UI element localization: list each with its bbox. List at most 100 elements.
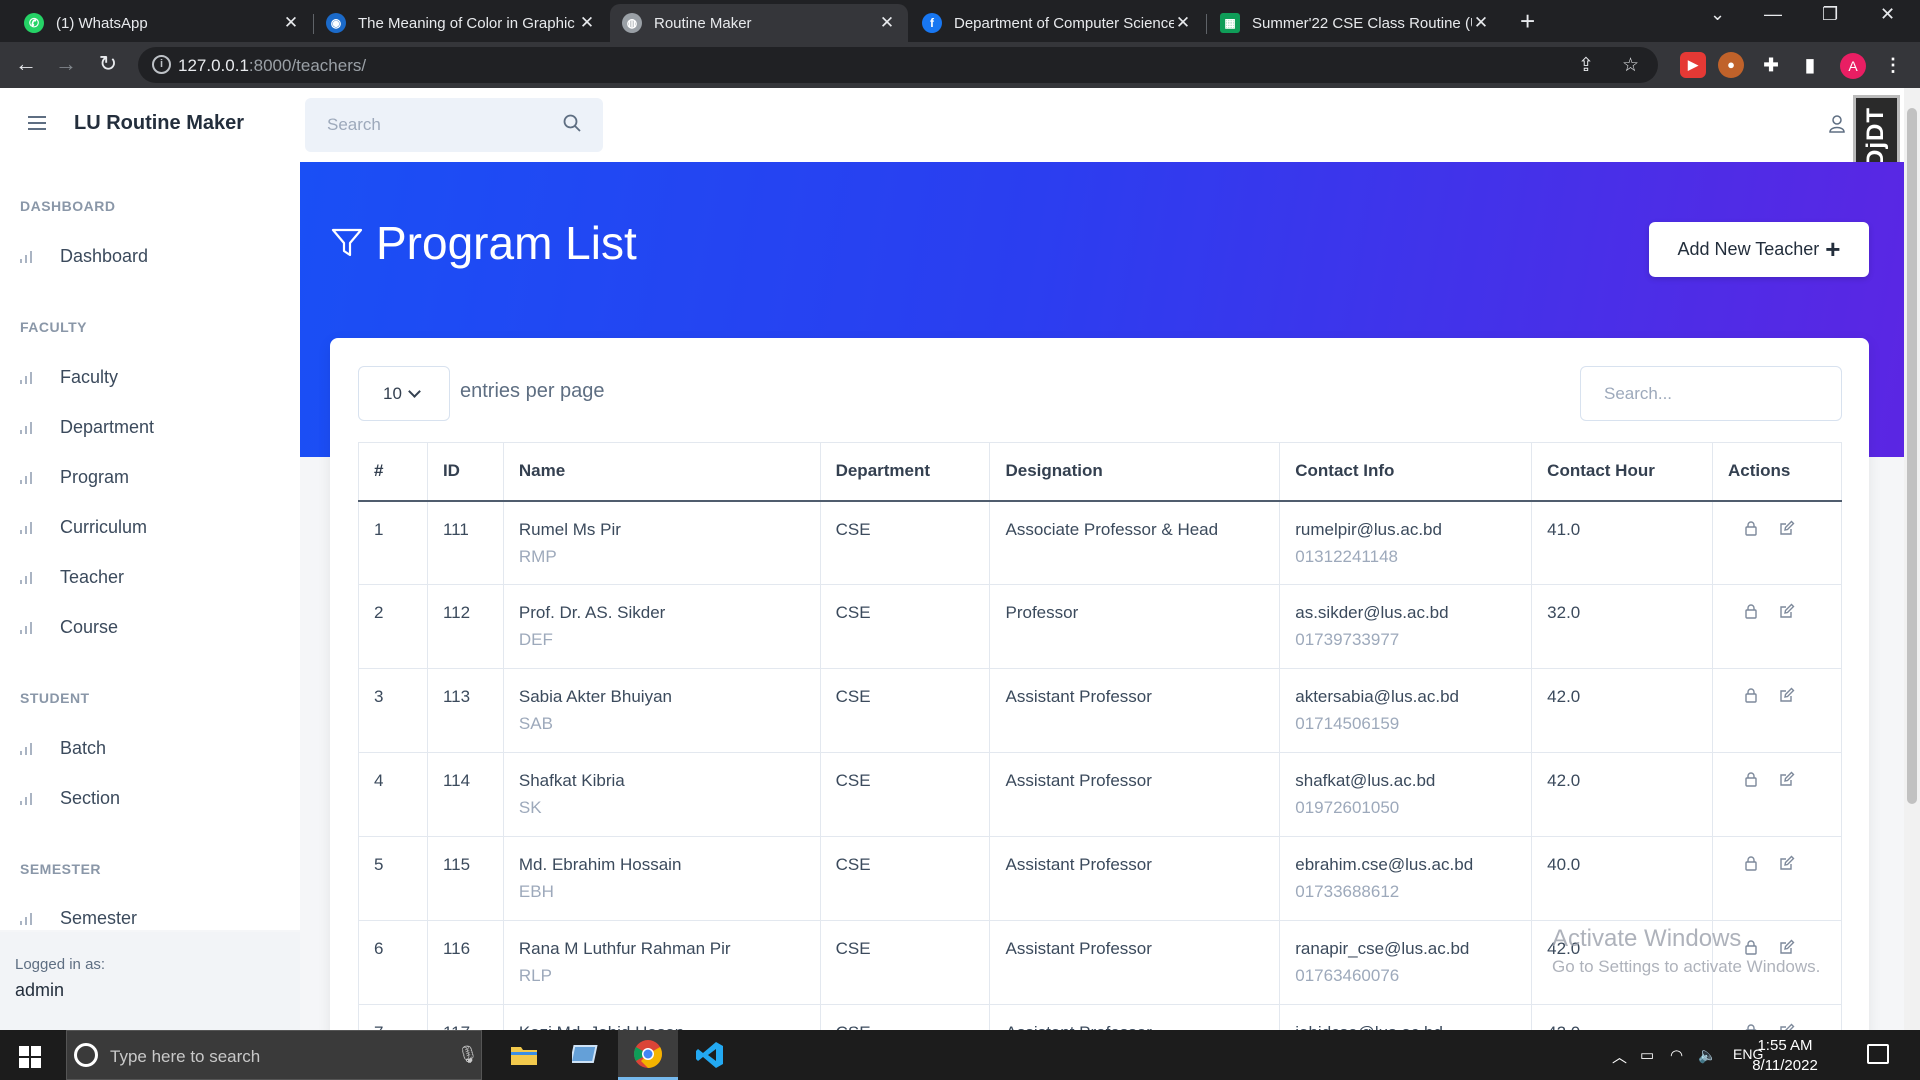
tab-meaning-of-color[interactable]: ◉ The Meaning of Color in Graphic ✕ bbox=[314, 4, 608, 42]
close-tab-icon[interactable]: ✕ bbox=[578, 13, 596, 33]
forward-icon[interactable]: → bbox=[52, 51, 80, 77]
sidebar-item-dashboard[interactable]: Dashboard bbox=[20, 246, 148, 267]
cell-contact-info: ranapir_cse@lus.ac.bd 01763460076 bbox=[1279, 920, 1533, 1005]
extension-red-icon[interactable]: ▶ bbox=[1680, 52, 1706, 78]
close-tab-icon[interactable]: ✕ bbox=[878, 13, 896, 33]
lock-icon[interactable] bbox=[1743, 603, 1759, 619]
column-header-contact-hour[interactable]: Contact Hour bbox=[1531, 442, 1714, 502]
lock-icon[interactable] bbox=[1743, 771, 1759, 787]
cell-contact-hour: 41.0 bbox=[1531, 500, 1714, 585]
sidebar-item-program[interactable]: Program bbox=[20, 467, 129, 488]
sidebar-item-section[interactable]: Section bbox=[20, 788, 120, 809]
table-row: 7117 Kazi Md. Jahid Hasan CSEAssistant Pro… bbox=[358, 1004, 1842, 1030]
back-icon[interactable]: ← bbox=[12, 51, 40, 77]
share-icon[interactable]: ⇪ bbox=[1578, 54, 1594, 77]
user-icon[interactable] bbox=[1829, 115, 1845, 133]
close-tab-icon[interactable]: ✕ bbox=[282, 13, 300, 33]
edit-icon[interactable] bbox=[1779, 603, 1795, 619]
edit-icon[interactable] bbox=[1779, 520, 1795, 536]
sidebar-item-teacher[interactable]: Teacher bbox=[20, 567, 124, 588]
lock-icon[interactable] bbox=[1743, 1023, 1759, 1030]
cell-contact-info: ebrahim.cse@lus.ac.bd 01733688612 bbox=[1279, 836, 1533, 921]
page-title-text: Program List bbox=[376, 217, 637, 269]
sidebar-item-faculty[interactable]: Faculty bbox=[20, 367, 118, 388]
maximize-icon[interactable]: ❐ bbox=[1822, 4, 1838, 25]
table-search-input[interactable] bbox=[1580, 366, 1842, 421]
lock-icon[interactable] bbox=[1743, 520, 1759, 536]
chrome-icon[interactable] bbox=[618, 1030, 678, 1080]
cell-name: Sabia Akter Bhuiyan SAB bbox=[502, 668, 821, 753]
close-window-icon[interactable]: ✕ bbox=[1880, 4, 1895, 25]
remote-desktop-icon[interactable] bbox=[556, 1030, 616, 1080]
lock-icon[interactable] bbox=[1743, 687, 1759, 703]
entries-per-page-select[interactable]: 10 bbox=[358, 366, 450, 421]
sidebar-item-curriculum[interactable]: Curriculum bbox=[20, 517, 147, 538]
column-header-name[interactable]: Name bbox=[502, 442, 821, 502]
address-bar[interactable]: i 127.0.0.1:8000/teachers/ ⇪ ☆ bbox=[138, 47, 1658, 83]
minimize-icon[interactable]: — bbox=[1764, 4, 1782, 25]
notification-center-icon[interactable] bbox=[1867, 1044, 1889, 1064]
wifi-icon[interactable]: ◠ bbox=[1670, 1046, 1683, 1064]
page-scrollbar[interactable] bbox=[1904, 88, 1920, 1030]
add-new-teacher-button[interactable]: Add New Teacher + bbox=[1649, 222, 1869, 277]
extension-cookie-icon[interactable]: ● bbox=[1718, 52, 1744, 78]
column-header-designation[interactable]: Designation bbox=[989, 442, 1281, 502]
reload-icon[interactable]: ↻ bbox=[94, 51, 122, 77]
sidebar-item-department[interactable]: Department bbox=[20, 417, 154, 438]
tab-search-chevron-icon[interactable]: ⌄ bbox=[1710, 4, 1725, 25]
filter-icon bbox=[331, 228, 363, 257]
cell-contact-info: aktersabia@lus.ac.bd 01714506159 bbox=[1279, 668, 1533, 753]
cell-department: CSE bbox=[819, 584, 991, 669]
taskbar-clock[interactable]: 1:55 AM 8/11/2022 bbox=[1735, 1036, 1835, 1076]
scrollbar-thumb[interactable] bbox=[1907, 108, 1917, 804]
cell-number: 1 bbox=[358, 500, 428, 585]
file-explorer-icon[interactable] bbox=[494, 1030, 554, 1080]
edit-icon[interactable] bbox=[1779, 1023, 1795, 1030]
tab-department-cs[interactable]: f Department of Computer Science ✕ bbox=[910, 4, 1204, 42]
sidebar-item-semester[interactable]: Semester bbox=[20, 908, 137, 929]
edit-icon[interactable] bbox=[1779, 687, 1795, 703]
hamburger-menu-icon[interactable] bbox=[28, 116, 46, 130]
tab-title: The Meaning of Color in Graphic bbox=[358, 14, 575, 32]
column-header-contact-info[interactable]: Contact Info bbox=[1279, 442, 1533, 502]
brand-title[interactable]: LU Routine Maker bbox=[74, 112, 244, 135]
cell-contact-hour: 42.0 bbox=[1531, 668, 1714, 753]
volume-icon[interactable]: 🔈 bbox=[1698, 1046, 1717, 1064]
sidebar-item-batch[interactable]: Batch bbox=[20, 738, 106, 759]
browser-menu-icon[interactable]: ⋮ bbox=[1880, 52, 1906, 78]
column-header-department[interactable]: Department bbox=[819, 442, 991, 502]
taskbar-search-box[interactable]: Type here to search 🎙 bbox=[66, 1030, 482, 1080]
microphone-icon[interactable]: 🎙 bbox=[457, 1045, 479, 1065]
profile-avatar[interactable]: A bbox=[1840, 53, 1866, 79]
tab-routine-maker[interactable]: ◍ Routine Maker ✕ bbox=[610, 4, 908, 42]
windows-start-icon[interactable] bbox=[19, 1046, 41, 1068]
close-tab-icon[interactable]: ✕ bbox=[1472, 13, 1490, 33]
add-button-label: Add New Teacher bbox=[1677, 239, 1820, 259]
new-tab-icon[interactable]: + bbox=[1520, 6, 1535, 37]
clock-date: 8/11/2022 bbox=[1752, 1057, 1818, 1074]
bookmark-star-icon[interactable]: ☆ bbox=[1622, 54, 1639, 77]
teacher-name: Sabia Akter Bhuiyan bbox=[518, 687, 672, 706]
lock-icon[interactable] bbox=[1743, 855, 1759, 871]
side-panel-icon[interactable]: ▮ bbox=[1797, 52, 1823, 78]
edit-icon[interactable] bbox=[1779, 855, 1795, 871]
extensions-puzzle-icon[interactable]: ✚ bbox=[1758, 52, 1784, 78]
sidebar-item-course[interactable]: Course bbox=[20, 617, 118, 638]
tab-class-routine[interactable]: ▦ Summer'22 CSE Class Routine (U ✕ bbox=[1208, 4, 1502, 42]
close-tab-icon[interactable]: ✕ bbox=[1174, 13, 1192, 33]
cell-designation: Assistant Professor bbox=[989, 1004, 1281, 1030]
search-icon[interactable] bbox=[563, 114, 581, 132]
vscode-icon[interactable] bbox=[680, 1030, 740, 1080]
teacher-email: rumelpir@lus.ac.bd bbox=[1295, 519, 1442, 539]
sidebar-section-semester: SEMESTER bbox=[20, 861, 102, 877]
sidebar-item-label: Department bbox=[60, 417, 155, 437]
column-header-number[interactable]: # bbox=[358, 442, 428, 502]
battery-icon[interactable]: ▭ bbox=[1640, 1046, 1654, 1064]
header-search-box[interactable]: Search bbox=[305, 98, 603, 152]
site-info-icon[interactable]: i bbox=[152, 55, 171, 74]
column-header-id[interactable]: ID bbox=[426, 442, 504, 502]
cell-id: 113 bbox=[426, 668, 504, 753]
tab-whatsapp[interactable]: ✆ (1) WhatsApp ✕ bbox=[12, 4, 312, 42]
show-hidden-icons-chevron-icon[interactable]: ︿ bbox=[1612, 1046, 1627, 1067]
edit-icon[interactable] bbox=[1779, 771, 1795, 787]
